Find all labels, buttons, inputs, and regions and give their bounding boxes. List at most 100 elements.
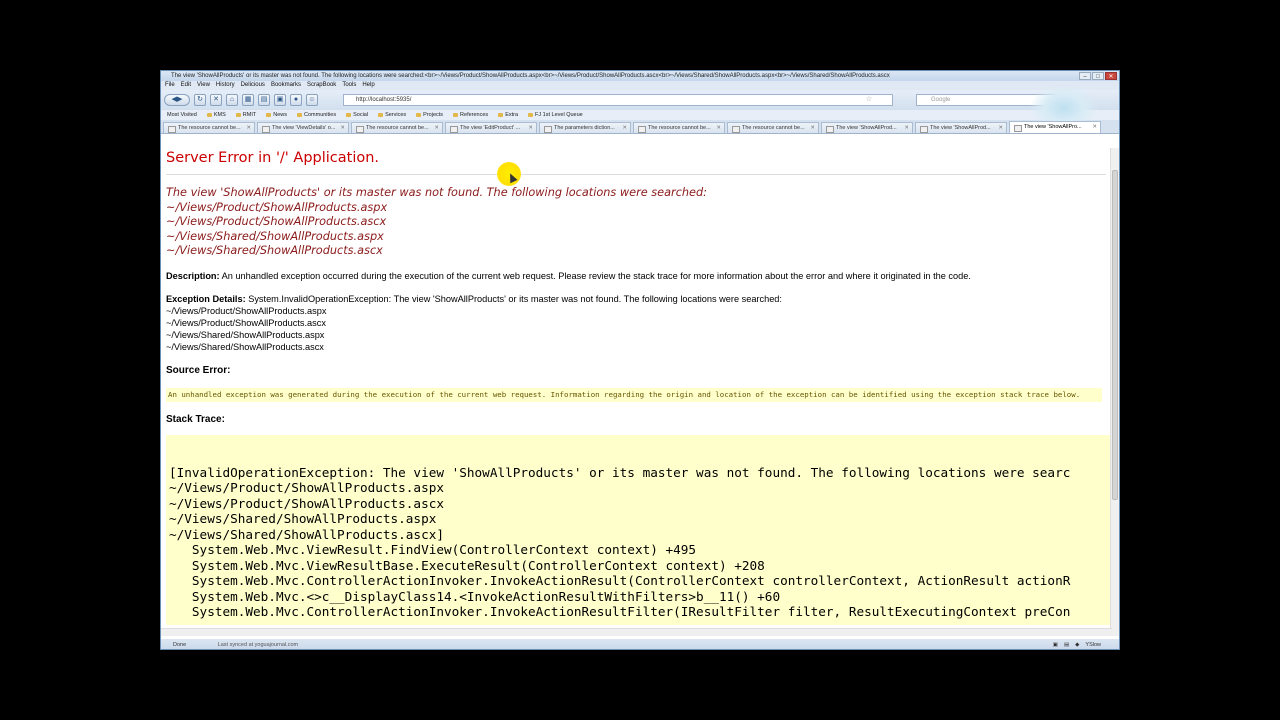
tab-close-icon[interactable]: ✕: [340, 123, 345, 133]
tab-label: The view 'ViewDetails' o...: [272, 125, 336, 131]
description: Description: An unhandled exception occu…: [166, 270, 1112, 282]
addon-icon[interactable]: ●: [290, 94, 302, 106]
menu-delicious[interactable]: Delicious: [241, 81, 265, 90]
stack-trace-line: System.Web.Mvc.<>c__DisplayClass14.<Invo…: [169, 588, 781, 604]
horizontal-scrollbar[interactable]: [161, 628, 1112, 636]
menu-tools[interactable]: Tools: [342, 81, 356, 90]
stack-trace-line: ~/Views/Product/ShowAllProducts.ascx: [169, 495, 444, 511]
tab-close-icon[interactable]: ✕: [716, 123, 721, 133]
ghost-icon[interactable]: ☺: [306, 94, 318, 106]
menu-file[interactable]: File: [165, 81, 175, 90]
tab-strip: The resource cannot be... ✕ The view 'Vie…: [161, 120, 1119, 134]
yslow-label[interactable]: YSlow: [1085, 639, 1101, 649]
stack-trace-line: ~/Views/Shared/ShowAllProducts.ascx]: [169, 526, 444, 542]
stack-trace-line: System.Web.Mvc.ViewResult.FindView(Contr…: [169, 542, 697, 558]
tab-close-icon[interactable]: ✕: [528, 123, 533, 133]
tab-close-icon[interactable]: ✕: [434, 123, 439, 133]
tab-label: The resource cannot be...: [178, 125, 241, 131]
bookmark-folder[interactable]: KMS: [207, 110, 226, 120]
tab-close-icon[interactable]: ✕: [998, 123, 1003, 133]
menu-scrapbook[interactable]: ScrapBook: [307, 81, 336, 90]
tag-icon[interactable]: ▤: [258, 94, 270, 106]
stop-icon[interactable]: ✕: [210, 94, 222, 106]
status-bar: Done Last synced at yoguajournal.com ▣ ▤…: [161, 639, 1119, 649]
maximize-icon[interactable]: □: [1092, 72, 1104, 80]
exception-text: System.InvalidOperationException: The vi…: [245, 293, 782, 304]
source-error-box: An unhandled exception was generated dur…: [166, 387, 1102, 402]
sync-status: Last synced at yoguajournal.com: [217, 642, 299, 648]
addon-icon[interactable]: ◆: [1075, 639, 1079, 649]
page-title: Server Error in '/' Application.: [166, 149, 1106, 175]
browser-tab[interactable]: The parameters diction... ✕: [539, 122, 631, 133]
tab-label: The view 'ShowAllProd...: [930, 125, 991, 131]
search-placeholder: Google: [931, 97, 951, 103]
exception-details: Exception Details: System.InvalidOperati…: [166, 293, 1112, 305]
tab-label: The resource cannot be...: [366, 125, 429, 131]
browser-tab[interactable]: The view 'ShowAllProd... ✕: [915, 122, 1007, 133]
browser-tab[interactable]: The view 'ViewDetails' o... ✕: [257, 122, 349, 133]
tab-close-icon[interactable]: ✕: [246, 123, 251, 133]
tab-label: The resource cannot be...: [648, 125, 711, 131]
menu-view[interactable]: View: [197, 81, 210, 90]
bookmark-folder[interactable]: News: [266, 110, 287, 120]
browser-tab[interactable]: The view 'EditProduct' ... ✕: [445, 122, 537, 133]
browser-tab[interactable]: The resource cannot be... ✕: [633, 122, 725, 133]
delicious-icon[interactable]: ▦: [242, 94, 254, 106]
error-path: ~/Views/Shared/ShowAllProducts.aspx: [166, 229, 384, 243]
browser-tab-active[interactable]: The view 'ShowAllPro... ✕: [1009, 121, 1101, 133]
tab-label: The view 'EditProduct' ...: [460, 125, 521, 131]
title-bar: The view 'ShowAllProducts' or its master…: [161, 71, 1119, 81]
bookmark-folder[interactable]: RMIT: [236, 110, 256, 120]
stack-trace-line: ~/Views/Product/ShowAllProducts.aspx: [169, 480, 444, 496]
error-message: The view 'ShowAllProducts' or its master…: [166, 186, 707, 199]
menu-bookmarks[interactable]: Bookmarks: [271, 81, 301, 90]
stack-trace-line: System.Web.Mvc.ControllerActionInvoker.I…: [169, 573, 1071, 589]
home-icon[interactable]: ⌂: [226, 94, 238, 106]
browser-tab[interactable]: The resource cannot be... ✕: [163, 122, 255, 133]
error-message-block: The view 'ShowAllProducts' or its master…: [166, 186, 1112, 259]
bookmark-folder[interactable]: References: [453, 110, 488, 120]
stack-trace-line: ~/Views/Shared/ShowAllProducts.aspx: [169, 511, 437, 527]
bookmark-folder[interactable]: Communities: [297, 110, 336, 120]
bookmark-star-icon[interactable]: ☆: [866, 95, 872, 105]
menu-history[interactable]: History: [216, 81, 235, 90]
back-forward-icon[interactable]: ◀▶: [164, 94, 190, 106]
menu-edit[interactable]: Edit: [181, 81, 191, 90]
bookmark-folder[interactable]: FJ 1st Level Queue: [528, 110, 583, 120]
addon-icon[interactable]: ▣: [1053, 639, 1058, 649]
bookmark-folder[interactable]: Social: [346, 110, 368, 120]
window-title: The view 'ShowAllProducts' or its master…: [171, 73, 890, 79]
scrollbar-thumb[interactable]: [1112, 170, 1118, 500]
exception-label: Exception Details:: [166, 293, 246, 304]
stack-trace-box: [InvalidOperationException: The view 'Sh…: [166, 434, 1112, 625]
close-icon[interactable]: ✕: [1105, 72, 1117, 80]
tab-close-icon[interactable]: ✕: [810, 123, 815, 133]
exception-path: ~/Views/Product/ShowAllProducts.aspx: [166, 305, 327, 316]
menu-help[interactable]: Help: [362, 81, 374, 90]
description-text: An unhandled exception occurred during t…: [219, 270, 971, 281]
window-controls: – □ ✕: [1079, 72, 1117, 80]
address-bar[interactable]: http://localhost:5935/ ☆: [343, 94, 893, 106]
error-path: ~/Views/Product/ShowAllProducts.ascx: [166, 215, 387, 229]
bookmark-item[interactable]: Most Visited: [167, 110, 197, 120]
tab-close-icon[interactable]: ✕: [904, 123, 909, 133]
status-addons: ▣ ▤ ◆ YSlow: [1053, 639, 1101, 649]
source-error-heading: Source Error:: [166, 364, 231, 376]
minimize-icon[interactable]: –: [1079, 72, 1091, 80]
browser-tab[interactable]: The resource cannot be... ✕: [351, 122, 443, 133]
bookmark-folder[interactable]: Services: [378, 110, 406, 120]
scrapbook-icon[interactable]: ▣: [274, 94, 286, 106]
tab-close-icon[interactable]: ✕: [622, 123, 627, 133]
tab-label: The resource cannot be...: [742, 125, 805, 131]
bookmark-folder[interactable]: Extra: [498, 110, 518, 120]
addon-icon[interactable]: ▤: [1064, 639, 1069, 649]
browser-tab[interactable]: The resource cannot be... ✕: [727, 122, 819, 133]
error-path: ~/Views/Product/ShowAllProducts.aspx: [166, 200, 388, 214]
browser-tab[interactable]: The view 'ShowAllProd... ✕: [821, 122, 913, 133]
tab-close-icon[interactable]: ✕: [1092, 122, 1097, 132]
bookmark-folder[interactable]: Projects: [416, 110, 443, 120]
vertical-scrollbar[interactable]: [1110, 148, 1119, 636]
stack-trace-line: System.Web.Mvc.ViewResultBase.ExecuteRes…: [169, 557, 765, 573]
reload-icon[interactable]: ↻: [194, 94, 206, 106]
menu-bar: File Edit View History Delicious Bookmar…: [161, 81, 1119, 90]
